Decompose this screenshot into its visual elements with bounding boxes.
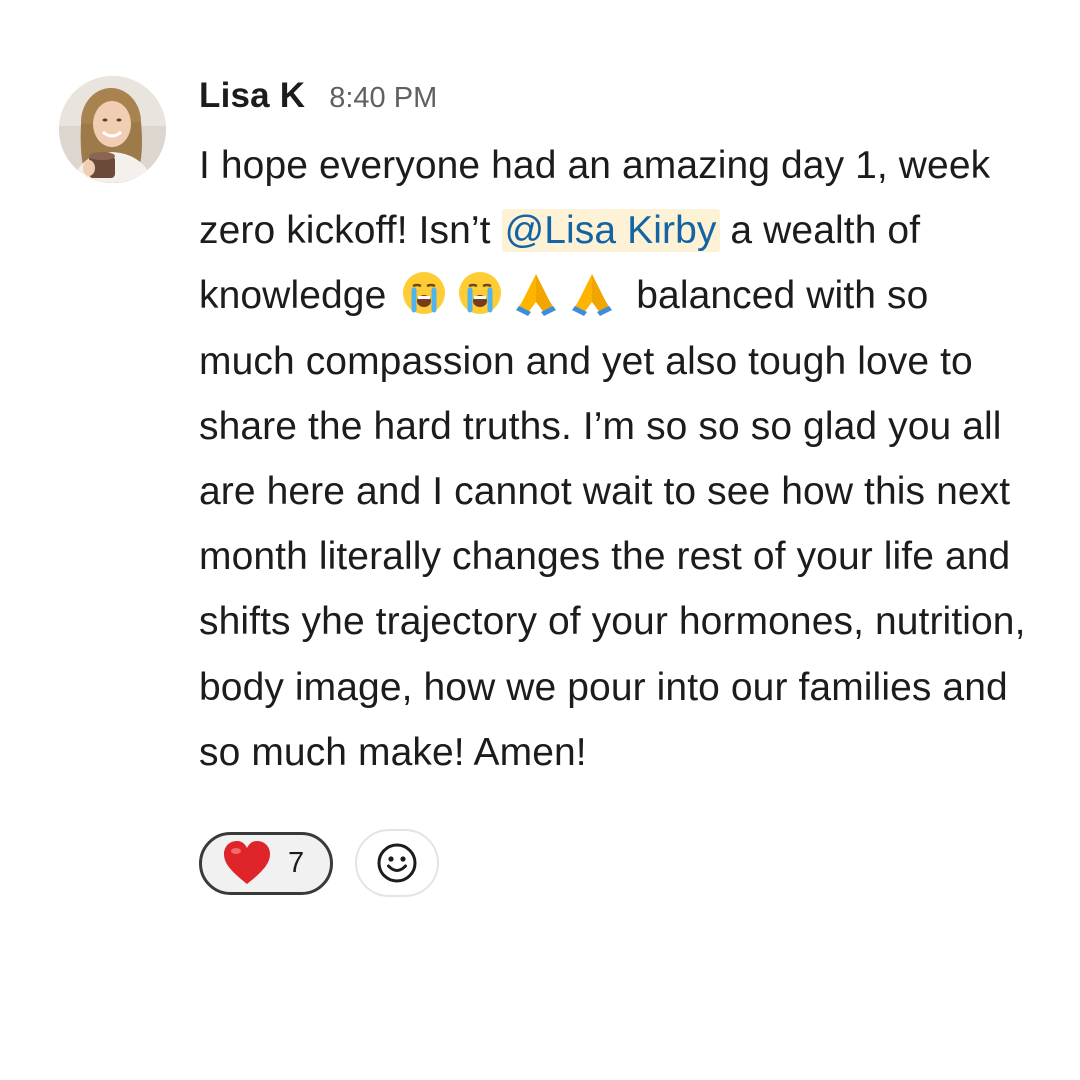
loudly-crying-face-emoji xyxy=(459,272,502,315)
reactions-bar: 7 xyxy=(199,829,1029,898)
red-heart-emoji xyxy=(224,841,270,885)
message-header: Lisa K 8:40 PM xyxy=(199,76,1029,126)
user-mention[interactable]: @Lisa Kirby xyxy=(501,209,720,253)
folded-hands-emoji xyxy=(516,274,557,317)
add-reaction-button[interactable] xyxy=(355,829,439,898)
avatar[interactable] xyxy=(59,76,166,183)
avatar-photo xyxy=(59,76,166,183)
message-body: I hope everyone had an amazing day 1, we… xyxy=(199,133,1029,785)
message-content: Lisa K 8:40 PM I hope everyone had an am… xyxy=(199,76,1029,898)
heart-reaction-button[interactable]: 7 xyxy=(199,831,333,895)
author-name[interactable]: Lisa K xyxy=(199,76,305,116)
smiley-add-reaction-icon xyxy=(377,843,417,883)
loudly-crying-face-emoji xyxy=(403,272,446,315)
reaction-count: 7 xyxy=(288,846,305,879)
timestamp[interactable]: 8:40 PM xyxy=(329,82,437,115)
message-text: balanced with so much compassion and yet… xyxy=(199,274,1026,774)
chat-message: Lisa K 8:40 PM I hope everyone had an am… xyxy=(0,0,1080,1080)
folded-hands-emoji xyxy=(572,274,613,317)
